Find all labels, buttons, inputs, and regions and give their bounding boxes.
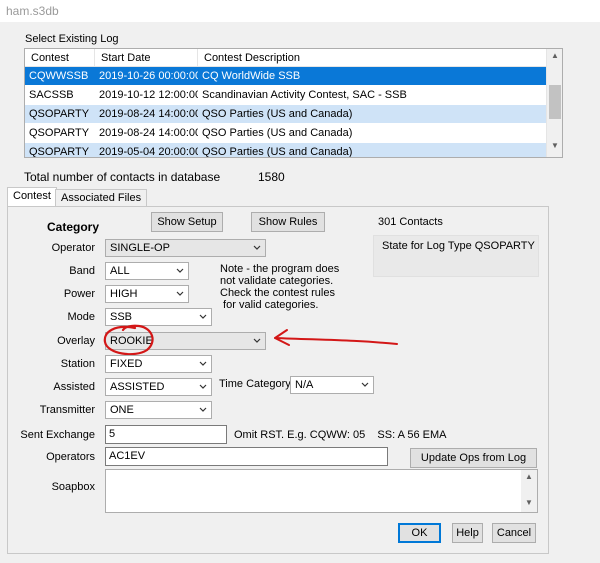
log-cell-description: QSO Parties (US and Canada) [202, 108, 353, 120]
assisted-label: Assisted [53, 381, 95, 393]
band-value: ALL [110, 265, 130, 277]
overlay-label: Overlay [57, 335, 95, 347]
log-row-qsoparty-2[interactable]: QSOPARTY 2019-08-24 14:00:00 QSO Parties… [25, 124, 547, 143]
log-row-qsoparty-3[interactable]: QSOPARTY 2019-05-04 20:00:00 QSO Parties… [25, 143, 547, 158]
operator-select[interactable]: SINGLE-OP [105, 239, 266, 257]
category-note-line: not validate categories. [220, 275, 334, 287]
log-cell-description: Scandinavian Activity Contest, SAC - SSB [202, 89, 407, 101]
station-value: FIXED [110, 358, 143, 370]
log-row-sacssb[interactable]: SACSSB 2019-10-12 12:00:00 Scandinavian … [25, 86, 547, 105]
column-contest[interactable]: Contest [25, 49, 95, 67]
soapbox-label: Soapbox [51, 481, 95, 493]
log-cell-start-date: 2019-10-12 12:00:00 [99, 89, 198, 101]
mode-label: Mode [67, 311, 95, 323]
log-list-scroll-thumb[interactable] [549, 85, 561, 119]
chevron-down-icon [253, 245, 261, 250]
column-start-date[interactable]: Start Date [95, 49, 198, 67]
power-label: Power [63, 288, 95, 300]
station-label: Station [60, 358, 95, 370]
scroll-down-icon[interactable]: ▼ [521, 498, 537, 512]
operator-label: Operator [51, 242, 95, 254]
log-cell-contest: CQWWSSB [29, 70, 89, 82]
operator-value: SINGLE-OP [110, 242, 170, 254]
update-ops-button[interactable]: Update Ops from Log [410, 448, 537, 468]
log-cell-start-date: 2019-05-04 20:00:00 [99, 146, 198, 158]
log-cell-contest: SACSSB [29, 89, 74, 101]
contacts-count: 301 Contacts [378, 216, 443, 228]
soapbox-textarea[interactable]: ▲ ▼ [105, 469, 538, 513]
help-button[interactable]: Help [452, 523, 483, 543]
power-select[interactable]: HIGH [105, 285, 189, 303]
band-label: Band [69, 265, 95, 277]
log-cell-description: QSO Parties (US and Canada) [202, 146, 353, 158]
assisted-value: ASSISTED [110, 381, 165, 393]
log-cell-start-date: 2019-08-24 14:00:00 [99, 127, 198, 139]
category-note-line: for valid categories. [220, 299, 319, 311]
scroll-up-icon[interactable]: ▲ [521, 472, 537, 486]
chevron-down-icon [199, 384, 207, 389]
show-setup-button[interactable]: Show Setup [151, 212, 223, 232]
log-cell-description: CQ WorldWide SSB [202, 70, 301, 82]
tab-associated-files[interactable]: Associated Files [55, 189, 148, 206]
log-row-qsoparty-1[interactable]: QSOPARTY 2019-08-24 14:00:00 QSO Parties… [25, 105, 547, 124]
sent-exchange-hint: Omit RST. E.g. CQWW: 05 SS: A 56 EMA [234, 429, 447, 441]
chevron-down-icon [199, 407, 207, 412]
band-select[interactable]: ALL [105, 262, 189, 280]
cancel-button[interactable]: Cancel [492, 523, 536, 543]
scroll-down-icon[interactable]: ▼ [547, 141, 562, 155]
chevron-down-icon [361, 382, 369, 387]
category-heading: Category [47, 220, 100, 234]
station-select[interactable]: FIXED [105, 355, 212, 373]
annotation-circle-icon [103, 324, 154, 356]
operators-input[interactable]: AC1EV [105, 447, 388, 466]
chevron-down-icon [199, 361, 207, 366]
log-cell-contest: QSOPARTY [29, 108, 90, 120]
log-list[interactable]: Contest Start Date Contest Description C… [24, 48, 563, 158]
window-title: ham.s3db [0, 0, 600, 22]
column-contest-description[interactable]: Contest Description [198, 49, 547, 67]
scroll-up-icon[interactable]: ▲ [547, 51, 562, 65]
show-rules-button[interactable]: Show Rules [251, 212, 325, 232]
log-list-scrollbar[interactable]: ▲ ▼ [546, 49, 562, 157]
total-contacts-label: Total number of contacts in database [24, 170, 221, 184]
transmitter-select[interactable]: ONE [105, 401, 212, 419]
annotation-arrow-icon [274, 329, 398, 346]
time-category-value: N/A [295, 379, 314, 391]
chevron-down-icon [176, 291, 184, 296]
chevron-down-icon [176, 268, 184, 273]
soapbox-scrollbar[interactable]: ▲ ▼ [521, 470, 537, 512]
transmitter-label: Transmitter [39, 404, 95, 416]
log-list-header: Contest Start Date Contest Description [25, 49, 562, 67]
operators-label: Operators [46, 451, 95, 463]
category-note-line: Note - the program does [220, 263, 340, 275]
time-category-label: Time Category [219, 378, 291, 390]
transmitter-value: ONE [110, 404, 134, 416]
category-note-line: Check the contest rules [220, 287, 335, 299]
log-cell-start-date: 2019-08-24 14:00:00 [99, 108, 198, 120]
assisted-select[interactable]: ASSISTED [105, 378, 212, 396]
category-note: Note - the program does not validate cat… [220, 263, 339, 311]
power-value: HIGH [110, 288, 138, 300]
sent-exchange-label: Sent Exchange [20, 429, 95, 441]
log-cell-start-date: 2019-10-26 00:00:00 [99, 70, 198, 82]
sent-exchange-input[interactable]: 5 [105, 425, 227, 444]
select-log-label: Select Existing Log [25, 33, 119, 45]
log-cell-contest: QSOPARTY [29, 127, 90, 139]
log-cell-description: QSO Parties (US and Canada) [202, 127, 353, 139]
time-category-select[interactable]: N/A [290, 376, 374, 394]
state-note: State for Log Type QSOPARTY [373, 235, 539, 277]
log-row-cqwwssb[interactable]: CQWWSSB 2019-10-26 00:00:00 CQ WorldWide… [25, 67, 547, 86]
tab-contest[interactable]: Contest [7, 187, 57, 207]
log-cell-contest: QSOPARTY [29, 146, 90, 158]
total-contacts-value: 1580 [258, 170, 285, 184]
ok-button[interactable]: OK [398, 523, 441, 543]
